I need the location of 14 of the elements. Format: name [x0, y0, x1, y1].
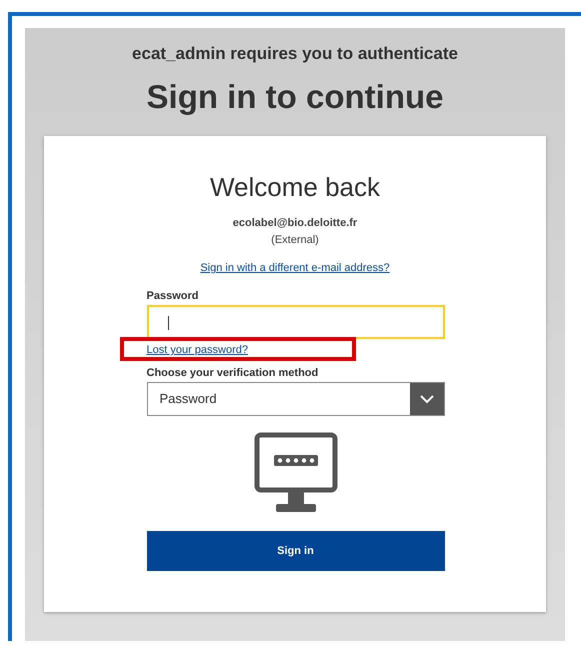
- lost-password-link[interactable]: Lost your password?: [146, 344, 248, 356]
- auth-notice: ecat_admin requires you to authenticate: [131, 44, 459, 64]
- method-label: Choose your verification method: [146, 367, 320, 379]
- switch-account-link[interactable]: Sign in with a different e-mail address?: [200, 262, 390, 274]
- account-type: (External): [270, 234, 320, 246]
- card-heading: Welcome back: [208, 172, 382, 203]
- page-title: Sign in to continue: [146, 78, 444, 116]
- account-email: ecolabel@bio.deloitte.fr: [232, 217, 358, 229]
- sign-in-button[interactable]: Sign in: [146, 531, 444, 571]
- monitor-password-icon: [254, 432, 338, 514]
- method-dropdown[interactable]: Password: [146, 382, 444, 416]
- password-field[interactable]: [146, 305, 444, 339]
- chevron-down-icon: [420, 394, 434, 404]
- password-label: Password: [146, 290, 200, 302]
